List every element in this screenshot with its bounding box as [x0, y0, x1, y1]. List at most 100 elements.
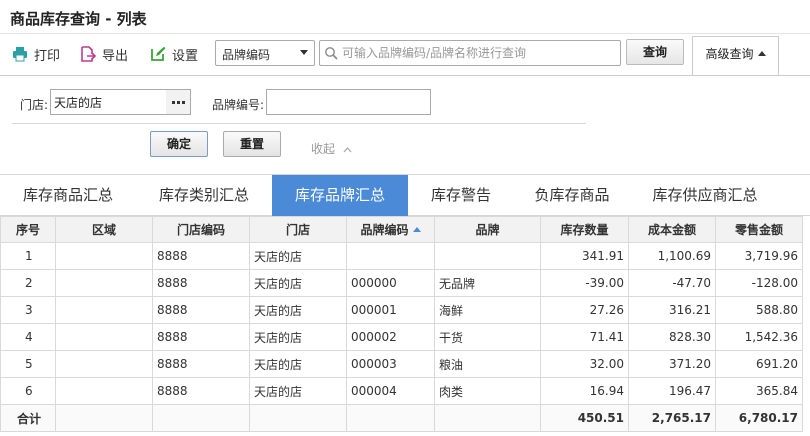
stock-quantity-cell: 16.94	[540, 377, 629, 405]
tab-negative-stock[interactable]: 负库存商品	[514, 175, 630, 216]
brand-name-cell: 无品牌	[434, 269, 541, 297]
row-number-cell: 1	[0, 242, 56, 270]
store-code-cell: 8888	[152, 242, 250, 270]
sort-ascending-icon	[412, 227, 421, 232]
stock-table: 序号 区域 门店编码 门店 品牌编码 品牌 库存数量 成本金额 零售金额 1 88…	[0, 216, 803, 432]
tab-supplier-summary[interactable]: 库存供应商汇总	[630, 175, 780, 216]
table-row[interactable]: 5 8888 天店的店 000003 粮油 32.00 371.20 691.20	[0, 350, 803, 378]
collapse-label: 收起	[311, 142, 336, 156]
chevron-up-icon	[343, 147, 352, 153]
print-button[interactable]: 打印	[12, 44, 60, 64]
store-label: 门店:	[20, 98, 49, 112]
collapse-link[interactable]: 收起	[311, 140, 352, 157]
store-name-cell	[249, 404, 347, 432]
page-title: 商品库存查询 - 列表	[10, 10, 147, 28]
table-body: 1 8888 天店的店 341.91 1,100.69 3,719.96 2 8888 天店的店…	[0, 242, 803, 432]
advanced-query-panel: 门店: 品牌编号: 确定 重置 收起	[0, 75, 810, 174]
retail-amount-cell: 588.80	[715, 296, 803, 324]
confirm-button[interactable]: 确定	[150, 131, 208, 157]
store-code-cell: 8888	[152, 296, 250, 324]
more-icon	[171, 100, 175, 104]
stock-quantity-cell: 71.41	[540, 323, 629, 351]
export-button[interactable]: 导出	[80, 44, 128, 64]
query-button[interactable]: 查询	[626, 39, 684, 65]
retail-amount-cell: -128.00	[715, 269, 803, 297]
brand-name-cell: 干货	[434, 323, 541, 351]
row-number-cell: 2	[0, 269, 56, 297]
search-box	[319, 40, 621, 66]
table-row[interactable]: 1 8888 天店的店 341.91 1,100.69 3,719.96	[0, 242, 803, 270]
cost-amount-cell: -47.70	[628, 269, 716, 297]
settings-label: 设置	[172, 48, 199, 64]
advanced-query-toggle[interactable]: 高级查询	[692, 36, 779, 76]
store-field	[50, 89, 167, 115]
store-code-cell: 8888	[152, 350, 250, 378]
column-header[interactable]: 库存数量	[540, 216, 629, 243]
region-cell	[55, 242, 153, 270]
advanced-query-label: 高级查询	[705, 47, 754, 61]
row-number-cell: 合计	[0, 404, 56, 432]
store-picker-button[interactable]	[166, 89, 191, 115]
tab-category-summary[interactable]: 库存类别汇总	[136, 175, 272, 216]
stock-quantity-cell: -39.00	[540, 269, 629, 297]
column-header[interactable]: 序号	[0, 216, 56, 243]
table-row[interactable]: 2 8888 天店的店 000000 无品牌 -39.00 -47.70 -128.00	[0, 269, 803, 297]
store-code-cell	[152, 404, 250, 432]
column-header[interactable]: 门店	[249, 216, 347, 243]
cost-amount-cell: 316.21	[628, 296, 716, 324]
table-row[interactable]: 3 8888 天店的店 000001 海鲜 27.26 316.21 588.80	[0, 296, 803, 324]
toolbar: 打印 导出 设置 品牌编码 查询 高级查询	[0, 35, 810, 76]
export-icon	[81, 46, 96, 62]
region-cell	[55, 377, 153, 405]
cost-amount-cell: 196.47	[628, 377, 716, 405]
brand-code-label: 品牌编号:	[212, 98, 265, 112]
column-header[interactable]: 零售金额	[715, 216, 803, 243]
reset-button[interactable]: 重置	[223, 131, 281, 157]
search-input[interactable]	[342, 44, 616, 62]
brand-code-input[interactable]	[267, 90, 430, 114]
tab-stock-warning[interactable]: 库存警告	[408, 175, 514, 216]
settings-button[interactable]: 设置	[150, 44, 198, 64]
column-header-sorted[interactable]: 品牌编码	[346, 216, 435, 243]
store-name-cell: 天店的店	[249, 323, 347, 351]
store-name-cell: 天店的店	[249, 296, 347, 324]
cost-amount-cell: 828.30	[628, 323, 716, 351]
chevron-up-icon	[757, 51, 766, 56]
column-header[interactable]: 区域	[55, 216, 153, 243]
divider	[12, 123, 586, 124]
printer-icon	[13, 47, 27, 62]
table-header: 序号 区域 门店编码 门店 品牌编码 品牌 库存数量 成本金额 零售金额	[0, 216, 803, 243]
column-header[interactable]: 品牌	[434, 216, 541, 243]
store-code-cell: 8888	[152, 269, 250, 297]
row-number-cell: 4	[0, 323, 56, 351]
retail-amount-cell: 6,780.17	[715, 404, 803, 432]
column-header[interactable]: 门店编码	[152, 216, 250, 243]
search-type-select[interactable]: 品牌编码	[215, 40, 315, 66]
retail-amount-cell: 3,719.96	[715, 242, 803, 270]
brand-code-cell: 000002	[346, 323, 435, 351]
chevron-down-icon	[300, 50, 308, 55]
search-icon	[325, 47, 338, 60]
store-code-cell: 8888	[152, 323, 250, 351]
table-row[interactable]: 4 8888 天店的店 000002 干货 71.41 828.30 1,542.36	[0, 323, 803, 351]
column-header[interactable]: 成本金额	[628, 216, 716, 243]
brand-code-cell: 000004	[346, 377, 435, 405]
tab-brand-summary[interactable]: 库存品牌汇总	[272, 175, 408, 216]
title-bar: 商品库存查询 - 列表	[0, 0, 810, 34]
tab-product-summary[interactable]: 库存商品汇总	[0, 175, 136, 216]
summary-tabs: 库存商品汇总 库存类别汇总 库存品牌汇总 库存警告 负库存商品 库存供应商汇总	[0, 174, 810, 216]
region-cell	[55, 404, 153, 432]
print-label: 打印	[34, 48, 61, 64]
store-input[interactable]	[51, 90, 166, 114]
table-row[interactable]: 6 8888 天店的店 000004 肉类 16.94 196.47 365.84	[0, 377, 803, 405]
row-number-cell: 5	[0, 350, 56, 378]
total-row[interactable]: 合计 450.51 2,765.17 6,780.17	[0, 404, 803, 432]
brand-code-cell	[346, 242, 435, 270]
brand-name-cell	[434, 404, 541, 432]
store-name-cell: 天店的店	[249, 269, 347, 297]
retail-amount-cell: 1,542.36	[715, 323, 803, 351]
brand-code-cell: 000001	[346, 296, 435, 324]
region-cell	[55, 350, 153, 378]
row-number-cell: 3	[0, 296, 56, 324]
store-code-cell: 8888	[152, 377, 250, 405]
